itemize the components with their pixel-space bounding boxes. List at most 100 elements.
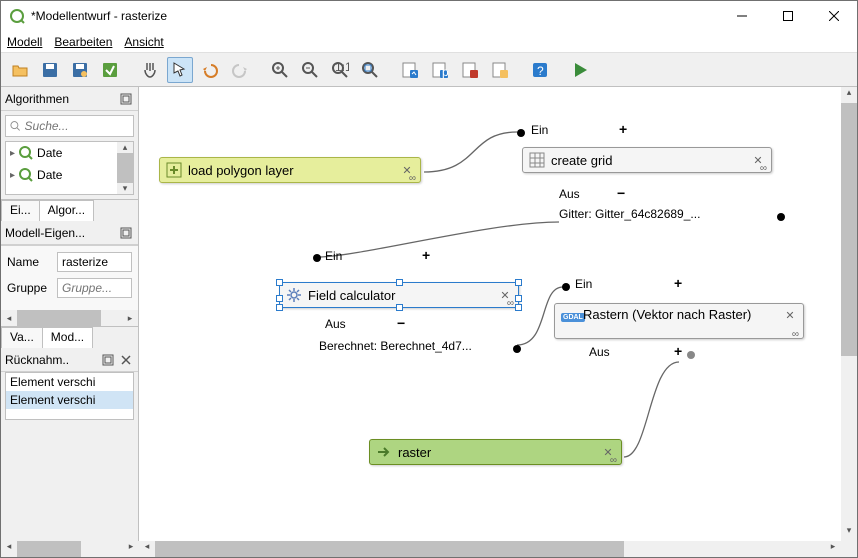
qgis-icon [19,168,33,182]
output-port[interactable] [687,351,695,359]
expand-icon[interactable]: ▸ [10,148,15,159]
collapse-out-icon[interactable]: − [397,315,405,331]
close-panel-button[interactable] [118,352,134,368]
port-label-in: Ein [575,277,592,291]
output-value: Berechnet: Berechnet_4d7... [319,339,472,353]
export-pdf-button[interactable] [457,57,483,83]
node-field-calculator[interactable]: Field calculator ✕ ∞ [279,282,519,308]
algorithm-tree[interactable]: ▸ Date ▸ Date ▴▾ [5,141,134,195]
open-model-button[interactable] [7,57,33,83]
dock-button[interactable] [100,352,116,368]
algorithms-title: Algorithmen [5,92,69,106]
search-icon [10,120,21,132]
link-icon: ∞ [610,455,617,466]
node-title: Field calculator [308,288,492,303]
tab-model[interactable]: Mod... [42,327,93,348]
tab-inputs[interactable]: Ei... [1,200,40,221]
undo-button[interactable] [197,57,223,83]
pan-button[interactable] [137,57,163,83]
port-label-out: Aus [325,317,346,331]
node-raster[interactable]: raster ✕ ∞ [369,439,622,465]
minimize-button[interactable] [719,1,765,31]
node-load-polygon[interactable]: load polygon layer ✕ ∞ [159,157,421,183]
sidebar: Algorithmen ▸ Date ▸ Date ▴▾ Ei... Al [1,87,139,541]
node-title: Rastern (Vektor nach Raster) [583,308,777,322]
undo-item[interactable]: Element verschi [6,373,133,391]
link-icon: ∞ [792,329,799,340]
zoom-in-button[interactable] [267,57,293,83]
zoom-full-button[interactable] [357,57,383,83]
zoom-actual-button[interactable]: 1:1 [327,57,353,83]
port-label-out: Aus [559,187,580,201]
maximize-button[interactable] [765,1,811,31]
remove-icon[interactable]: ✕ [783,308,797,322]
model-group-input[interactable] [57,278,132,298]
zoom-out-button[interactable] [297,57,323,83]
undo-list[interactable]: Element verschi Element verschi [5,372,134,420]
toolbar: 1:1 py ? [1,53,857,87]
select-button[interactable] [167,57,193,83]
run-button[interactable] [567,57,593,83]
plus-icon [166,162,182,178]
props-hscroll[interactable]: ◂▸ [1,310,138,326]
grid-icon [529,152,545,168]
dock-button[interactable] [118,91,134,107]
output-port[interactable] [513,345,521,353]
input-port[interactable] [562,283,570,291]
saveas-button[interactable] [67,57,93,83]
expand-icon[interactable]: ▸ [10,170,15,181]
search-box[interactable] [5,115,134,137]
output-value: Gitter: Gitter_64c82689_... [559,207,700,221]
group-label: Gruppe [7,281,51,295]
expand-in-icon[interactable]: + [674,275,682,291]
export-image-button[interactable] [397,57,423,83]
canvas-hscroll[interactable]: ◂ ▸ [139,541,857,557]
input-port[interactable] [313,254,321,262]
qgis-icon [19,146,33,160]
title-bar: *Modellentwurf - rasterize [1,1,857,31]
save-button[interactable] [37,57,63,83]
input-port[interactable] [517,129,525,137]
link-icon: ∞ [507,298,514,309]
svg-text:py: py [442,65,449,79]
port-label-out: Aus [589,345,610,359]
link-icon: ∞ [760,163,767,174]
model-name-input[interactable] [57,252,132,272]
expand-out-icon[interactable]: + [674,343,682,359]
canvas-vscroll[interactable]: ▴▾ [841,87,857,541]
menu-view[interactable]: Ansicht [124,35,163,49]
save-in-project-button[interactable] [97,57,123,83]
algorithms-panel-header: Algorithmen [1,87,138,111]
link-icon: ∞ [409,173,416,184]
redo-button[interactable] [227,57,253,83]
node-rastern[interactable]: GDAL Rastern (Vektor nach Raster) ✕ ∞ [554,303,804,339]
model-props-title: Modell-Eigen... [5,226,85,240]
tree-scrollbar[interactable]: ▴▾ [117,142,133,194]
menu-model[interactable]: Modell [7,35,42,49]
expand-in-icon[interactable]: + [619,121,627,137]
search-input[interactable] [25,119,129,133]
undo-item[interactable]: Element verschi [6,391,133,409]
port-label-in: Ein [325,249,342,263]
tab-algorithms[interactable]: Algor... [39,200,94,221]
menu-edit[interactable]: Bearbeiten [54,35,112,49]
tab-variables[interactable]: Va... [1,327,43,348]
collapse-out-icon[interactable]: − [617,185,625,201]
port-label-in: Ein [531,123,548,137]
dock-button[interactable] [118,225,134,241]
undo-title: Rücknahm.. [5,353,69,367]
export-python-button[interactable]: py [427,57,453,83]
help-button[interactable]: ? [527,57,553,83]
export-svg-button[interactable] [487,57,513,83]
node-create-grid[interactable]: create grid ✕ ∞ [522,147,772,173]
output-port[interactable] [777,213,785,221]
bottom-scroll: ◂ ▸ ◂ ▸ [1,541,857,557]
close-button[interactable] [811,1,857,31]
tree-item[interactable]: ▸ Date [6,164,133,186]
menu-bar: Modell Bearbeiten Ansicht [1,31,857,53]
window-title: *Modellentwurf - rasterize [31,9,719,23]
model-canvas[interactable]: load polygon layer ✕ ∞ create grid ✕ ∞ E… [139,87,857,541]
node-title: load polygon layer [188,163,394,178]
tree-item[interactable]: ▸ Date [6,142,133,164]
expand-in-icon[interactable]: + [422,247,430,263]
